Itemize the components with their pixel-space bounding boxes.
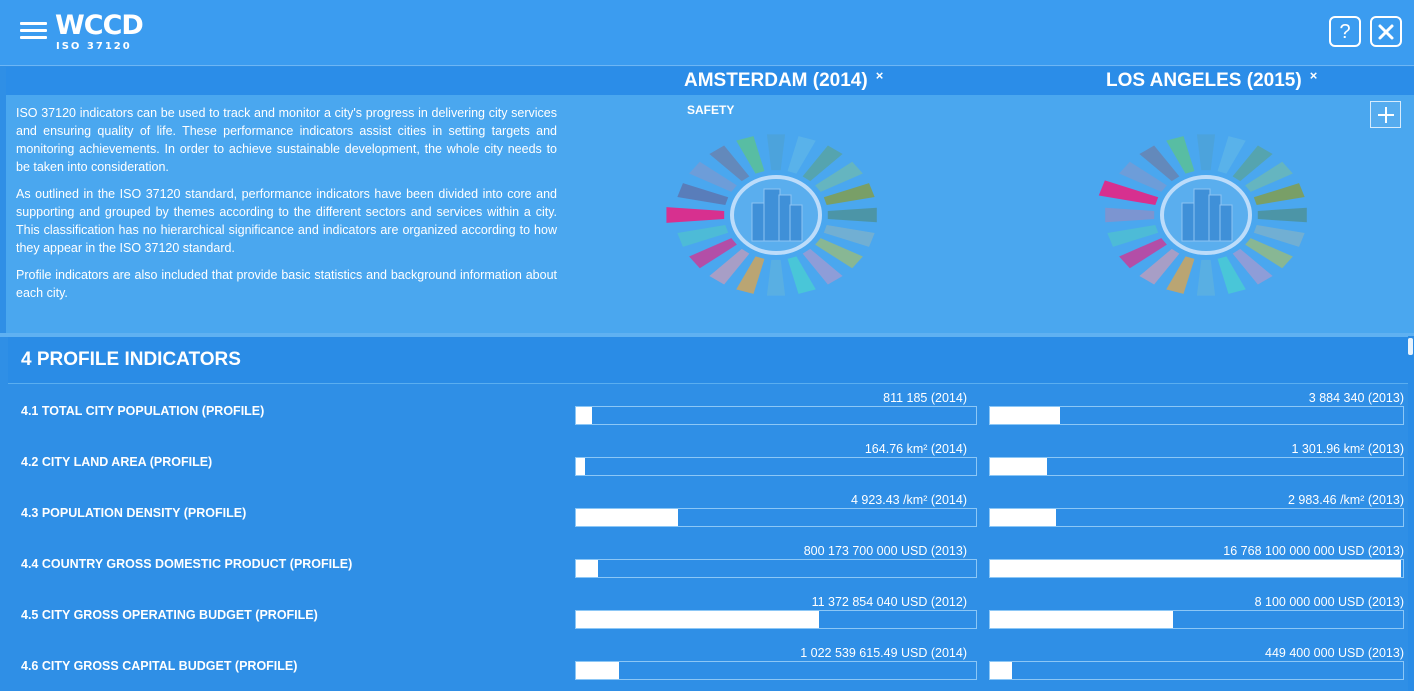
bar-fill [990, 611, 1173, 628]
indicator-bar-city2 [989, 559, 1404, 578]
indicator-bar-city1 [575, 508, 977, 527]
indicator-row[interactable]: 4.4 COUNTRY GROSS DOMESTIC PRODUCT (PROF… [0, 538, 1404, 589]
indicator-row[interactable]: 4.2 CITY LAND AREA (PROFILE) 164.76 km² … [0, 436, 1404, 487]
bar-fill [990, 560, 1401, 577]
logo-sub-text: ISO 37120 [56, 41, 132, 52]
wccd-logo[interactable]: WCCD ISO 37120 [55, 10, 144, 53]
bar-fill [576, 662, 619, 679]
bar-fill [990, 407, 1061, 424]
indicator-bar-city1 [575, 406, 977, 425]
section-header[interactable]: 4 PROFILE INDICATORS [8, 337, 1410, 384]
close-button[interactable] [1370, 16, 1402, 47]
wheel-segment[interactable] [1196, 134, 1216, 171]
indicator-value-city2: 8 100 000 000 USD (2013) [1254, 595, 1404, 609]
indicator-bar-city2 [989, 457, 1404, 476]
wheel-segment[interactable] [666, 207, 725, 223]
top-bar: WCCD ISO 37120 ? [0, 0, 1414, 66]
theme-wheel-amsterdam[interactable] [656, 115, 896, 305]
indicator-value-city1: 4 923.43 /km² (2014) [850, 493, 967, 507]
indicator-label: 4.3 POPULATION DENSITY (PROFILE) [21, 506, 247, 520]
indicator-bar-city2 [989, 661, 1404, 680]
bar-fill [576, 509, 679, 526]
bar-fill [576, 458, 585, 475]
indicator-row[interactable]: 4.1 TOTAL CITY POPULATION (PROFILE) 811 … [0, 385, 1404, 436]
indicator-value-city1: 1 022 539 615.49 USD (2014) [800, 646, 967, 660]
indicator-row[interactable]: 4.3 POPULATION DENSITY (PROFILE) 4 923.4… [0, 487, 1404, 538]
theme-wheel-los-angeles[interactable] [1086, 115, 1326, 305]
wheel-segment[interactable] [827, 207, 877, 223]
indicator-row[interactable]: 4.5 CITY GROSS OPERATING BUDGET (PROFILE… [0, 589, 1404, 640]
indicator-label: 4.1 TOTAL CITY POPULATION (PROFILE) [21, 404, 265, 418]
indicator-label: 4.4 COUNTRY GROSS DOMESTIC PRODUCT (PROF… [21, 557, 353, 571]
indicator-row[interactable]: 4.6 CITY GROSS CAPITAL BUDGET (PROFILE) … [0, 640, 1404, 691]
intro-paragraph: Profile indicators are also included tha… [16, 268, 557, 300]
indicator-value-city2: 16 768 100 000 000 USD (2013) [1223, 544, 1404, 558]
indicator-label: 4.6 CITY GROSS CAPITAL BUDGET (PROFILE) [21, 659, 298, 673]
bar-fill [576, 407, 593, 424]
city-name: AMSTERDAM (2014) [684, 70, 868, 91]
indicator-value-city1: 811 185 (2014) [883, 391, 967, 405]
close-icon [1378, 24, 1394, 39]
indicator-bar-city2 [989, 610, 1404, 629]
section-title: 4 PROFILE INDICATORS [21, 349, 241, 370]
indicator-list: 4.1 TOTAL CITY POPULATION (PROFILE) 811 … [0, 385, 1404, 691]
wheel-segment[interactable] [1196, 259, 1216, 296]
intro-text: ISO 37120 indicators can be used to trac… [16, 104, 557, 311]
indicator-value-city2: 2 983.46 /km² (2013) [1287, 493, 1404, 507]
bar-fill [576, 611, 819, 628]
indicator-bar-city1 [575, 559, 977, 578]
city-name: LOS ANGELES (2015) [1106, 70, 1302, 91]
wheel-segment[interactable] [766, 259, 786, 296]
bar-fill [576, 560, 599, 577]
wheel-segment[interactable] [766, 134, 786, 171]
remove-city-icon[interactable]: × [1310, 68, 1318, 83]
intro-panel: ISO 37120 indicators can be used to trac… [6, 95, 1414, 333]
indicator-label: 4.5 CITY GROSS OPERATING BUDGET (PROFILE… [21, 608, 318, 622]
indicator-bar-city1 [575, 457, 977, 476]
bar-fill [990, 662, 1013, 679]
city-title-los-angeles: LOS ANGELES (2015) × [1106, 68, 1318, 92]
help-button[interactable]: ? [1329, 16, 1361, 47]
plus-icon [1377, 106, 1394, 123]
logo-main-text: WCCD [55, 10, 144, 41]
indicator-label: 4.2 CITY LAND AREA (PROFILE) [21, 455, 213, 469]
intro-paragraph: ISO 37120 indicators can be used to trac… [16, 106, 557, 174]
help-icon: ? [1339, 20, 1351, 43]
wheel-segment[interactable] [1105, 207, 1155, 223]
city-title-amsterdam: AMSTERDAM (2014) × [684, 68, 884, 92]
scrollbar[interactable] [1408, 336, 1414, 691]
add-city-button[interactable] [1370, 101, 1401, 128]
bar-fill [990, 458, 1047, 475]
bar-fill [990, 509, 1057, 526]
city-header-bar: AMSTERDAM (2014) × LOS ANGELES (2015) × [6, 67, 1414, 95]
indicator-value-city2: 1 301.96 km² (2013) [1291, 442, 1404, 456]
wheel-segment[interactable] [1257, 207, 1307, 223]
scrollbar-thumb[interactable] [1408, 338, 1413, 355]
indicator-value-city2: 3 884 340 (2013) [1308, 391, 1404, 405]
menu-icon[interactable] [20, 22, 47, 40]
indicator-value-city1: 11 372 854 040 USD (2012) [811, 595, 967, 609]
indicator-bar-city2 [989, 406, 1404, 425]
intro-paragraph: As outlined in the ISO 37120 standard, p… [16, 187, 557, 255]
indicator-bar-city1 [575, 661, 977, 680]
indicator-value-city1: 164.76 km² (2014) [864, 442, 967, 456]
indicator-value-city2: 449 400 000 USD (2013) [1265, 646, 1404, 660]
indicator-value-city1: 800 173 700 000 USD (2013) [803, 544, 967, 558]
remove-city-icon[interactable]: × [876, 68, 884, 83]
indicator-bar-city1 [575, 610, 977, 629]
indicator-bar-city2 [989, 508, 1404, 527]
